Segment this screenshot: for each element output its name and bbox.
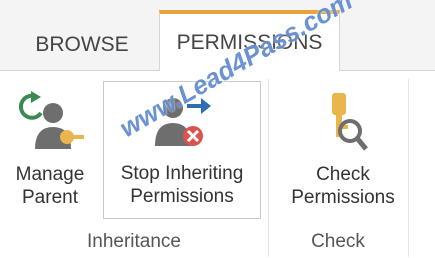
stop-inheriting-label: Stop Inheriting Permissions bbox=[120, 163, 244, 207]
check-permissions-icon bbox=[332, 93, 368, 151]
manage-parent-button[interactable]: Manage Parent bbox=[0, 71, 100, 227]
manage-parent-icon bbox=[19, 91, 84, 149]
stop-inheriting-button[interactable]: Stop Inheriting Permissions bbox=[103, 81, 261, 219]
stop-inheriting-icon bbox=[155, 98, 211, 146]
tab-browse[interactable]: BROWSE bbox=[18, 20, 146, 70]
check-permissions-button[interactable]: Check Permissions bbox=[278, 71, 408, 227]
manage-parent-label: Manage Parent bbox=[15, 164, 85, 208]
tab-permissions[interactable]: PERMISSIONS bbox=[159, 10, 340, 71]
group-separator bbox=[408, 79, 409, 257]
group-label-check: Check bbox=[311, 231, 365, 252]
check-permissions-label: Check Permissions bbox=[291, 164, 395, 208]
ribbon-tab-bar: BROWSE PERMISSIONS bbox=[0, 0, 435, 71]
ribbon-body: Manage Parent Stop Inheriting Permission… bbox=[0, 71, 435, 258]
group-label-inheritance: Inheritance bbox=[86, 231, 181, 252]
